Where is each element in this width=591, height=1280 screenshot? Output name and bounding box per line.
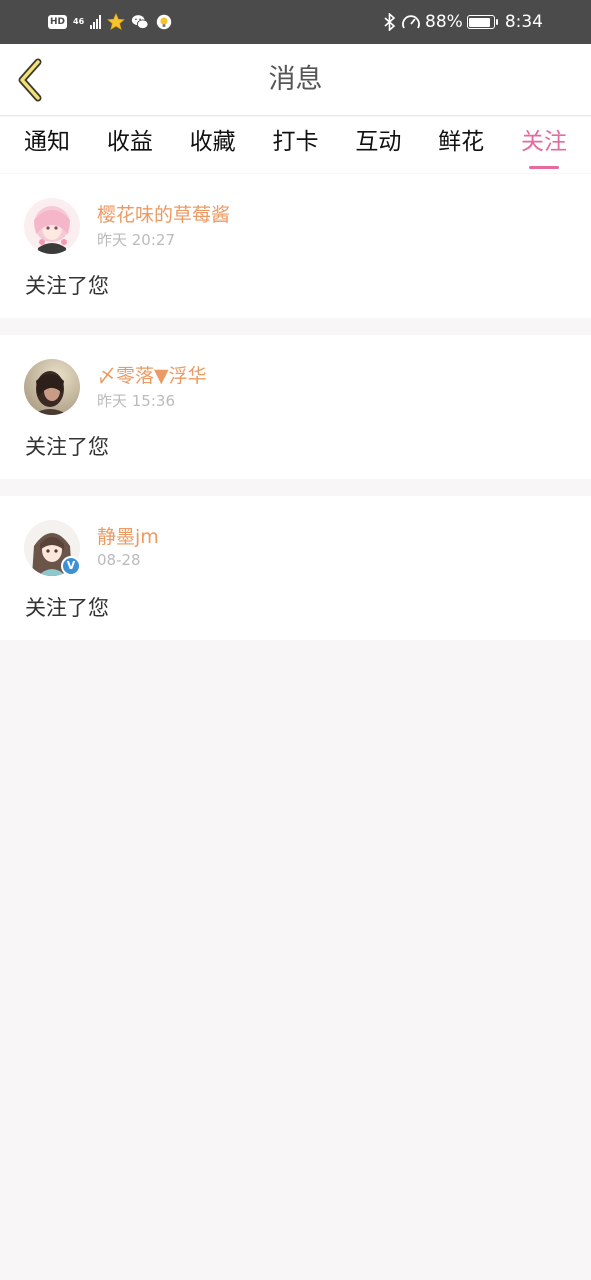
wechat-icon	[132, 15, 149, 30]
list-item[interactable]: V 静墨jm 08-28 关注了您	[0, 496, 591, 640]
girl-photo-avatar	[24, 359, 80, 415]
message-text: 关注了您	[25, 274, 109, 298]
network-type: 46	[73, 17, 85, 26]
battery-percent: 88%	[425, 12, 463, 32]
username[interactable]: 〆零落▼浮华	[97, 361, 207, 388]
bluetooth-icon	[384, 13, 396, 31]
page-title: 消息	[268, 64, 323, 95]
list-item[interactable]: 〆零落▼浮华 昨天 15:36 关注了您	[0, 335, 591, 479]
status-right: 88% 8:34	[383, 10, 543, 34]
header: 消息	[0, 44, 591, 116]
avatar[interactable]	[24, 359, 80, 415]
avatar[interactable]	[24, 198, 80, 254]
tab-label: 收益	[106, 129, 153, 155]
tab-label: 鲜花	[438, 129, 485, 155]
message-text: 关注了您	[25, 596, 109, 620]
active-tab-indicator	[528, 166, 559, 169]
tab-checkin[interactable]: 打卡	[272, 117, 318, 173]
lightbulb-app-icon	[156, 14, 172, 30]
list-item[interactable]: 樱花味的草莓酱 昨天 20:27 关注了您	[0, 174, 591, 318]
tab-label: 收藏	[189, 129, 236, 155]
tab-follows[interactable]: 关注	[521, 117, 567, 173]
tab-label: 互动	[355, 129, 402, 155]
tab-notifications[interactable]: 通知	[24, 117, 70, 173]
message-text: 关注了您	[25, 435, 109, 459]
tab-interactions[interactable]: 互动	[355, 117, 401, 173]
signal-icon	[90, 15, 102, 29]
timestamp: 08-28	[97, 551, 141, 569]
tab-label: 关注	[520, 129, 567, 155]
username[interactable]: 静墨jm	[97, 522, 159, 549]
star-app-icon	[107, 13, 126, 30]
clock: 8:34	[504, 12, 543, 32]
tab-flowers[interactable]: 鲜花	[438, 117, 484, 173]
tab-label: 通知	[24, 129, 70, 155]
tab-earnings[interactable]: 收益	[107, 117, 153, 173]
battery-icon	[466, 15, 498, 29]
timestamp: 昨天 20:27	[97, 231, 175, 249]
tab-label: 打卡	[272, 129, 319, 155]
username[interactable]: 樱花味的草莓酱	[97, 200, 230, 227]
speed-icon	[402, 15, 420, 29]
timestamp: 昨天 15:36	[97, 392, 175, 410]
status-bar: HD 46 88% 8:34	[0, 0, 591, 44]
status-left: HD 46	[48, 11, 173, 33]
tab-favorites[interactable]: 收藏	[190, 117, 236, 173]
anime-girl-pink-avatar	[24, 198, 80, 254]
hd-icon: HD	[48, 15, 68, 29]
tab-bar: 通知 收益 收藏 打卡 互动 鲜花 关注	[0, 117, 591, 173]
verified-badge-icon: V	[61, 556, 81, 576]
